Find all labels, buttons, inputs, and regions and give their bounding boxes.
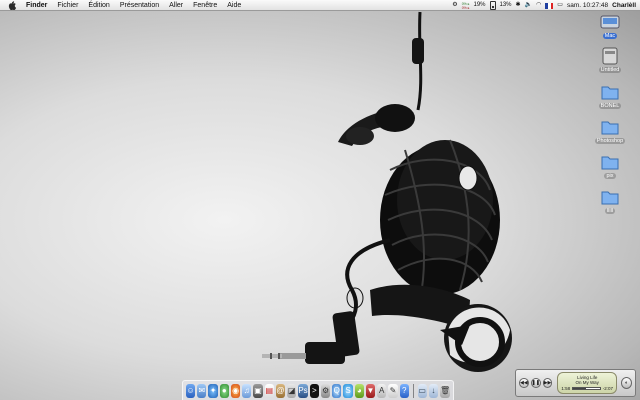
finder-icon[interactable]: ☺	[186, 383, 196, 398]
elapsed-time: 1:58	[561, 386, 571, 391]
folder-icon	[600, 118, 620, 136]
now-playing-display: Living Life On My Way 1:58 -2:07	[557, 372, 617, 394]
apple-menu-icon[interactable]	[6, 0, 17, 11]
dock: ☺ ✉ ✦ ● ◉ ♫ ▣ ▤ @ ◪ Ps > ⚙ Q S ◕ ▼ A ✎ ?…	[182, 380, 454, 400]
system-preferences-icon[interactable]: ⚙	[320, 383, 331, 398]
terminal-icon[interactable]: >	[309, 383, 319, 398]
disk-image-icon	[600, 47, 620, 65]
itunes-icon[interactable]: ♫	[242, 383, 252, 398]
bluetooth-icon[interactable]: ✱	[516, 0, 521, 11]
skype-icon[interactable]: S	[343, 383, 353, 398]
hard-drive-icon	[600, 13, 620, 31]
documents-stack-icon[interactable]: ▭	[417, 383, 427, 398]
menu-clock[interactable]: sam. 10:27:48	[567, 0, 608, 11]
progress-fill	[573, 388, 587, 389]
menu-edit[interactable]: Édition	[83, 0, 114, 11]
sherlock-icon[interactable]: ?	[399, 383, 409, 398]
desktop-icon-label: lllll	[604, 208, 616, 214]
dictionary-icon[interactable]: A	[377, 383, 387, 398]
ical-icon[interactable]: ▤	[264, 383, 274, 398]
desktop-icon-label: Mac	[602, 33, 618, 39]
menu-finder[interactable]: Finder	[21, 0, 52, 11]
menu-view[interactable]: Présentation	[115, 0, 164, 11]
display-icon[interactable]: ▭	[557, 0, 563, 11]
adium-icon[interactable]: ◕	[354, 383, 364, 398]
dock-separator	[412, 383, 414, 398]
desktop-icon-label: BONEL	[598, 103, 622, 109]
french-flag-icon[interactable]	[545, 2, 554, 9]
wifi-icon[interactable]: ◠	[536, 0, 541, 11]
ichat-icon[interactable]: ●	[219, 383, 229, 398]
menu-go[interactable]: Aller	[164, 0, 188, 11]
downloads-stack-icon[interactable]: ↓	[428, 383, 438, 398]
desktop-icon-hd[interactable]: Mac	[590, 13, 630, 39]
network-stats[interactable]: 0% ▸ 0% ▸	[462, 2, 470, 10]
folder-icon	[600, 153, 620, 171]
desktop-icon-label: pix	[604, 173, 616, 179]
trash-icon[interactable]: 🗑	[439, 383, 451, 398]
gear-status-icon[interactable]: ⚙	[452, 0, 457, 11]
desktop-icon-drive[interactable]: Untitled	[590, 47, 630, 73]
next-track-button[interactable]: ▶▶	[542, 378, 553, 388]
user-menu[interactable]: Charlèll	[612, 0, 636, 11]
progress-bar[interactable]	[572, 387, 601, 390]
pause-button[interactable]: ❚❚	[530, 378, 541, 388]
mail-icon[interactable]: ✉	[197, 383, 207, 398]
iphoto-icon[interactable]: ▣	[253, 383, 263, 398]
menu-window[interactable]: Fenêtre	[188, 0, 222, 11]
preview-icon[interactable]: ◪	[287, 383, 297, 398]
firefox-icon[interactable]: ◉	[230, 383, 241, 398]
desktop-icon-folder[interactable]: lllll	[590, 188, 630, 214]
desktop-icon-label: Untitled	[598, 67, 622, 73]
menu-help[interactable]: Aide	[222, 0, 246, 11]
cpu-percent[interactable]: 19%	[473, 0, 485, 11]
folder-icon	[600, 188, 620, 206]
folder-icon	[600, 83, 620, 101]
desktop-icon-label: Photoshop	[594, 138, 626, 144]
volume-knob-icon[interactable]: ◐	[621, 377, 632, 389]
net-out-stat: 0% ▸	[461, 5, 470, 10]
desktop-icon-folder[interactable]: BONEL	[590, 83, 630, 109]
safari-icon[interactable]: ✦	[208, 383, 218, 398]
address-book-icon[interactable]: @	[275, 383, 286, 398]
track-artist: On My Way	[575, 380, 599, 385]
menu-extras: ⚙ 0% ▸ 0% ▸ 19% 13% ✱ 🔈 ◠ ▭ sam. 10:27:4…	[452, 0, 640, 11]
quicktime-icon[interactable]: Q	[332, 383, 342, 398]
memory-percent[interactable]: 13%	[500, 0, 512, 11]
itunes-mini-player: ◀◀ ❚❚ ▶▶ Living Life On My Way 1:58 -2:0…	[515, 369, 636, 397]
volume-icon[interactable]: 🔈	[525, 0, 532, 11]
menu-file[interactable]: Fichier	[52, 0, 83, 11]
remaining-time: -2:07	[602, 386, 613, 391]
transmission-icon[interactable]: ▼	[365, 383, 376, 398]
textedit-icon[interactable]: ✎	[388, 383, 398, 398]
desktop-icon-folder[interactable]: pix	[590, 153, 630, 179]
menu-bar: Finder Fichier Édition Présentation Alle…	[0, 0, 640, 11]
desktop-wallpaper	[262, 11, 512, 372]
previous-track-button[interactable]: ◀◀	[519, 378, 529, 388]
photoshop-icon[interactable]: Ps	[298, 383, 308, 398]
desktop-icon-folder[interactable]: Photoshop	[590, 118, 630, 144]
battery-icon[interactable]	[489, 1, 496, 10]
